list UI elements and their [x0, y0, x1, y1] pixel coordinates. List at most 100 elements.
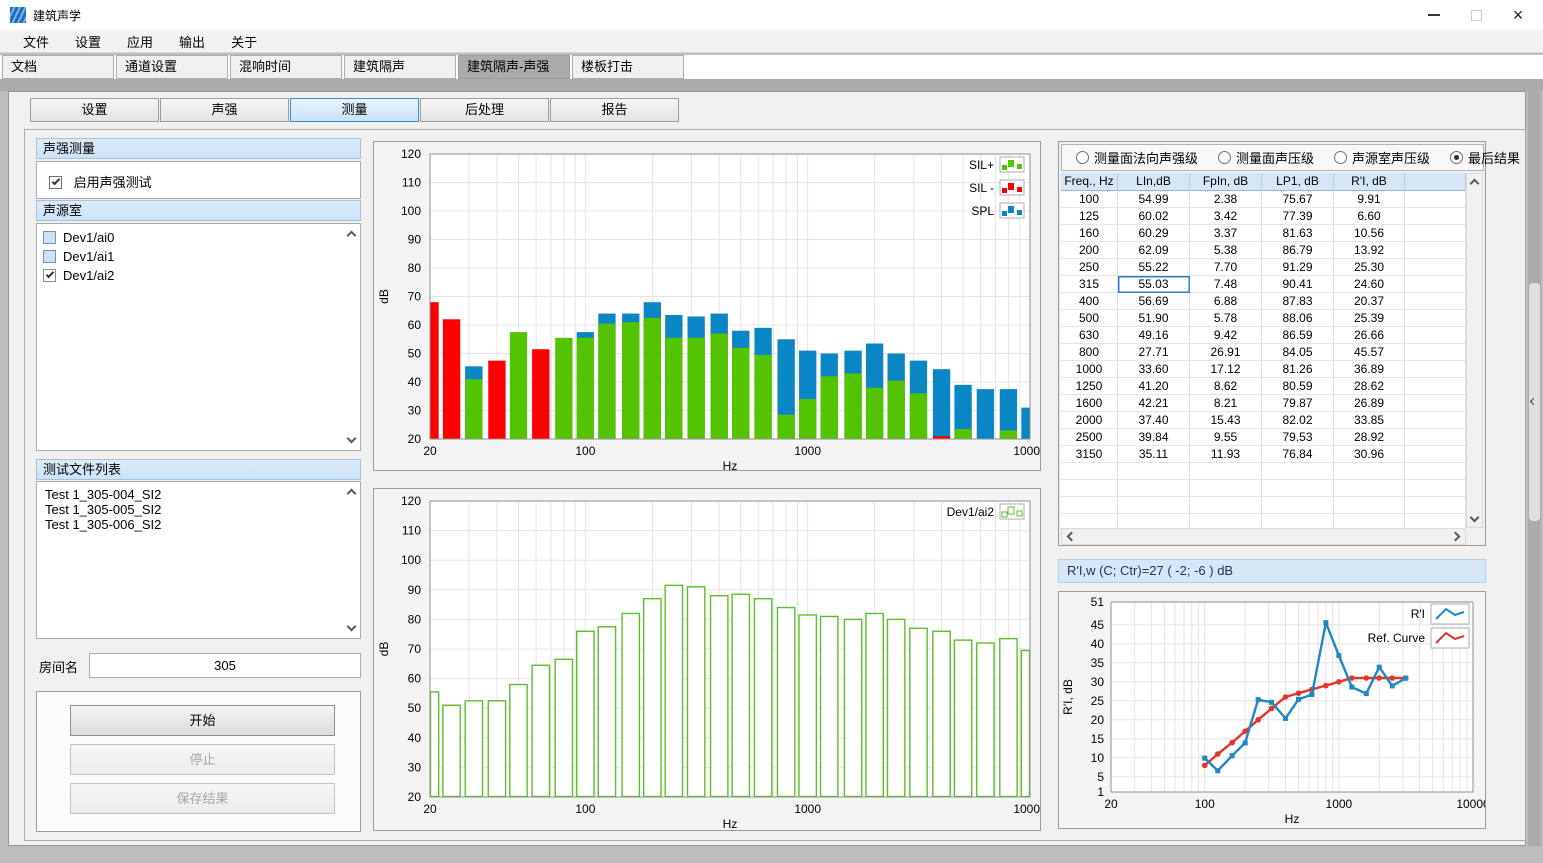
main-tab-0[interactable]: 文档	[2, 55, 114, 79]
table-cell[interactable]: 54.99	[1118, 191, 1190, 208]
file-item-0[interactable]: Test 1_305-004_SI2	[37, 487, 360, 502]
menu-item-0[interactable]: 文件	[10, 32, 62, 51]
table-cell[interactable]	[1405, 412, 1466, 429]
menu-item-3[interactable]: 输出	[166, 32, 218, 51]
table-cell[interactable]: 51.90	[1118, 310, 1190, 327]
table-cell[interactable]	[1405, 191, 1466, 208]
main-tab-3[interactable]: 建筑隔声	[344, 55, 456, 79]
table-cell[interactable]: 10.56	[1334, 225, 1405, 242]
scroll-down-icon[interactable]	[1466, 511, 1482, 527]
table-cell[interactable]: 87.83	[1262, 293, 1334, 310]
table-cell[interactable]: 9.55	[1190, 429, 1262, 446]
table-cell[interactable]	[1405, 480, 1466, 497]
table-cell[interactable]: 8.21	[1190, 395, 1262, 412]
table-cell[interactable]: 24.60	[1334, 276, 1405, 293]
main-tab-5[interactable]: 楼板打击	[572, 55, 684, 79]
table-cell[interactable]: 75.67	[1262, 191, 1334, 208]
table-horizontal-scrollbar[interactable]	[1061, 528, 1466, 545]
file-item-1[interactable]: Test 1_305-005_SI2	[37, 502, 360, 517]
table-cell[interactable]: 5.78	[1190, 310, 1262, 327]
table-cell[interactable]	[1405, 208, 1466, 225]
table-cell[interactable]: 3150	[1061, 446, 1118, 463]
table-cell[interactable]: 3.37	[1190, 225, 1262, 242]
table-cell[interactable]: 91.29	[1262, 259, 1334, 276]
maximize-button[interactable]	[1457, 0, 1495, 30]
table-cell[interactable]	[1405, 361, 1466, 378]
table-cell[interactable]: 1600	[1061, 395, 1118, 412]
table-cell[interactable]: 62.09	[1118, 242, 1190, 259]
room-name-input[interactable]	[89, 653, 361, 678]
table-cell[interactable]: 41.20	[1118, 378, 1190, 395]
table-cell[interactable]: 26.91	[1190, 344, 1262, 361]
table-cell[interactable]: 125	[1061, 208, 1118, 225]
table-cell[interactable]: 630	[1061, 327, 1118, 344]
table-cell[interactable]: 315	[1061, 276, 1118, 293]
table-cell[interactable]: 39.84	[1118, 429, 1190, 446]
channel-checkbox-icon[interactable]	[43, 231, 56, 244]
table-cell[interactable]: 90.41	[1262, 276, 1334, 293]
table-cell[interactable]: 2.38	[1190, 191, 1262, 208]
table-cell[interactable]: 250	[1061, 259, 1118, 276]
table-cell[interactable]: 79.53	[1262, 429, 1334, 446]
table-cell[interactable]	[1405, 514, 1466, 528]
table-cell[interactable]: 45.57	[1334, 344, 1405, 361]
table-cell[interactable]: 84.05	[1262, 344, 1334, 361]
table-cell[interactable]	[1118, 480, 1190, 497]
table-cell[interactable]: 26.89	[1334, 395, 1405, 412]
table-cell[interactable]: 800	[1061, 344, 1118, 361]
table-cell[interactable]	[1405, 293, 1466, 310]
table-cell[interactable]	[1190, 514, 1262, 528]
table-cell[interactable]	[1061, 497, 1118, 514]
scroll-up-icon[interactable]	[343, 484, 359, 500]
table-header-cell-4[interactable]: R'I, dB	[1334, 173, 1405, 191]
table-cell[interactable]: 35.11	[1118, 446, 1190, 463]
table-cell[interactable]	[1334, 463, 1405, 480]
sub-tab-3[interactable]: 后处理	[420, 98, 549, 122]
main-tab-4[interactable]: 建筑隔声-声强	[458, 55, 570, 79]
scroll-left-icon[interactable]	[1062, 528, 1078, 544]
table-cell[interactable]	[1405, 429, 1466, 446]
table-cell[interactable]	[1262, 497, 1334, 514]
table-cell[interactable]	[1118, 463, 1190, 480]
scroll-right-icon[interactable]	[1449, 528, 1465, 544]
table-cell[interactable]: 77.39	[1262, 208, 1334, 225]
table-cell[interactable]: 82.02	[1262, 412, 1334, 429]
table-cell[interactable]	[1405, 225, 1466, 242]
file-item-2[interactable]: Test 1_305-006_SI2	[37, 517, 360, 532]
table-cell[interactable]	[1405, 378, 1466, 395]
table-cell[interactable]	[1405, 344, 1466, 361]
channel-checkbox-icon[interactable]	[43, 250, 56, 263]
table-header-cell-1[interactable]: LIn,dB	[1118, 173, 1190, 191]
table-cell[interactable]: 11.93	[1190, 446, 1262, 463]
table-cell[interactable]	[1334, 514, 1405, 528]
enable-intensity-checkbox[interactable]	[49, 176, 62, 189]
table-cell[interactable]: 20.37	[1334, 293, 1405, 310]
channel-checkbox-icon[interactable]	[43, 269, 56, 282]
table-cell[interactable]	[1118, 514, 1190, 528]
table-cell[interactable]	[1061, 514, 1118, 528]
table-cell[interactable]	[1405, 463, 1466, 480]
scroll-up-icon[interactable]	[1466, 174, 1482, 190]
table-header-cell-0[interactable]: Freq., Hz	[1061, 173, 1118, 191]
table-cell[interactable]: 30.96	[1334, 446, 1405, 463]
table-cell[interactable]	[1405, 327, 1466, 344]
table-cell[interactable]: 86.79	[1262, 242, 1334, 259]
table-cell[interactable]: 88.06	[1262, 310, 1334, 327]
radio-option-0[interactable]: 测量面法向声强级	[1066, 148, 1208, 167]
table-cell[interactable]	[1405, 497, 1466, 514]
table-cell[interactable]: 25.39	[1334, 310, 1405, 327]
table-cell[interactable]: 1000	[1061, 361, 1118, 378]
table-cell[interactable]: 55.03	[1118, 276, 1190, 293]
table-cell[interactable]: 8.62	[1190, 378, 1262, 395]
table-cell[interactable]: 1250	[1061, 378, 1118, 395]
table-cell[interactable]: 56.69	[1118, 293, 1190, 310]
table-cell[interactable]: 25.30	[1334, 259, 1405, 276]
panel-splitter[interactable]	[1528, 91, 1541, 846]
table-cell[interactable]: 2000	[1061, 412, 1118, 429]
table-cell[interactable]: 28.92	[1334, 429, 1405, 446]
table-cell[interactable]: 33.60	[1118, 361, 1190, 378]
minimize-button[interactable]	[1415, 0, 1453, 30]
table-cell[interactable]: 17.12	[1190, 361, 1262, 378]
channel-item-0[interactable]: Dev1/ai0	[37, 228, 360, 247]
table-cell[interactable]: 500	[1061, 310, 1118, 327]
